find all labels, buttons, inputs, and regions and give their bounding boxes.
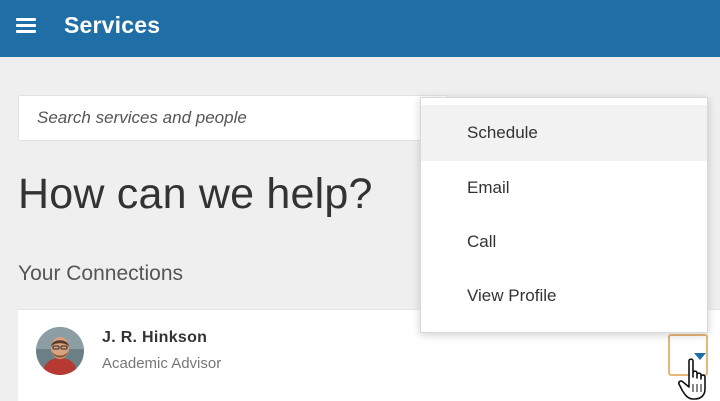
connections-heading: Your Connections xyxy=(18,262,184,285)
page-heading: How can we help? xyxy=(18,170,373,218)
menu-item-email[interactable]: Email xyxy=(421,160,707,216)
search-input[interactable] xyxy=(18,95,448,141)
menu-line xyxy=(16,18,36,21)
connection-actions-menu: Schedule Email Call View Profile xyxy=(420,97,708,333)
menu-item-schedule[interactable]: Schedule xyxy=(421,105,707,161)
hamburger-menu-icon[interactable] xyxy=(14,13,40,39)
connection-name: J. R. Hinkson xyxy=(102,329,208,346)
menu-line xyxy=(16,30,36,33)
hand-cursor-icon xyxy=(678,358,706,400)
avatar[interactable] xyxy=(36,327,84,375)
profile-photo xyxy=(36,327,84,375)
menu-item-call[interactable]: Call xyxy=(421,214,707,270)
app-title: Services xyxy=(64,12,161,38)
menu-item-view-profile[interactable]: View Profile xyxy=(421,268,707,324)
connection-role: Academic Advisor xyxy=(102,355,222,372)
app-header: Services xyxy=(0,0,720,57)
menu-line xyxy=(16,24,36,27)
